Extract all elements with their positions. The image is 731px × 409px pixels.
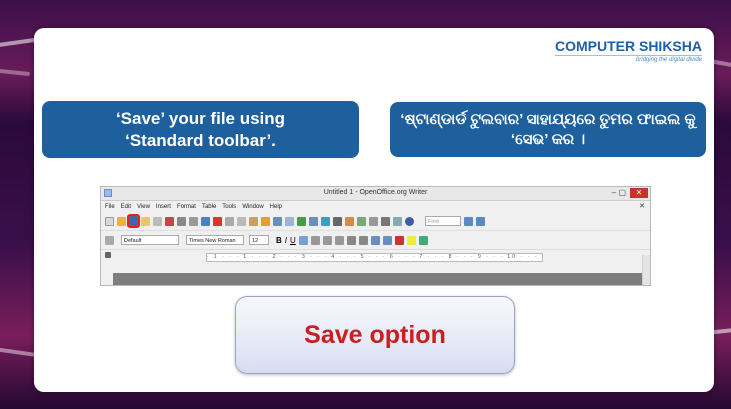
english-line-2: ‘Standard toolbar’. [125,130,276,150]
slide: COMPUTER SHIKSHA bridging the digital di… [34,28,714,392]
find-input[interactable]: Find [425,216,461,226]
bullets-icon[interactable] [358,235,368,245]
menu-bar: File Edit View Insert Format Table Tools… [101,201,650,212]
ruler-scale[interactable]: · 1 · · · 1 · · · 2 · · · 3 · · · 4 · · … [206,253,543,262]
hyperlink-icon[interactable] [297,216,306,226]
find-previous-icon[interactable] [464,216,473,226]
new-icon[interactable] [105,216,114,226]
paste-icon[interactable] [249,216,258,226]
open-icon[interactable] [117,216,126,226]
menu-tools[interactable]: Tools [222,204,236,210]
vertical-scrollbar[interactable] [642,255,650,285]
redo-icon[interactable] [285,216,294,226]
zoom-icon[interactable] [393,216,402,226]
ruler: · 1 · · · 1 · · · 2 · · · 3 · · · 4 · · … [101,250,650,262]
save-icon[interactable] [127,214,140,228]
close-document-icon[interactable]: ✕ [639,202,645,210]
menu-view[interactable]: View [137,204,150,210]
underline-icon[interactable]: U [290,236,296,245]
menu-insert[interactable]: Insert [156,204,171,210]
menu-format[interactable]: Format [177,204,196,210]
close-icon[interactable]: ✕ [630,188,648,198]
align-right-icon[interactable] [322,235,332,245]
gallery-icon[interactable] [357,216,366,226]
increase-indent-icon[interactable] [382,235,392,245]
copy-icon[interactable] [237,216,246,226]
clone-icon[interactable] [261,216,270,226]
nonprinting-chars-icon[interactable] [381,216,390,226]
font-name-select[interactable]: Times New Roman [186,235,244,245]
decrease-indent-icon[interactable] [370,235,380,245]
background-color-icon[interactable] [418,235,428,245]
standard-toolbar: Find [101,212,650,231]
navigator-icon[interactable] [345,216,354,226]
menu-file[interactable]: File [105,204,115,210]
print-preview-icon[interactable] [189,216,198,226]
find-next-icon[interactable] [476,216,485,226]
align-center-icon[interactable] [310,235,320,245]
autospell-icon[interactable] [213,216,222,226]
numbering-icon[interactable] [346,235,356,245]
help-icon[interactable] [405,216,414,226]
styles-icon[interactable] [105,235,114,245]
formatting-toolbar: Default Times New Roman 12 B I U [101,231,650,250]
logo-title: COMPUTER SHIKSHA [554,38,702,54]
undo-icon[interactable] [273,216,282,226]
font-color-icon[interactable] [394,235,404,245]
odia-instruction-box: ‘ଷ୍ଟାଣ୍ଡାର୍ଡ ଟୁଲବାର’ ସାହାଯ୍ୟରେ ତୁମର ଫାଇଲ… [390,102,706,157]
datasources-icon[interactable] [369,216,378,226]
writer-screenshot: Untitled 1 - OpenOffice.org Writer – ▢ ✕… [100,186,651,286]
paragraph-style-select[interactable]: Default [121,235,179,245]
minimize-maximize-icons[interactable]: – ▢ [612,188,626,197]
menu-table[interactable]: Table [202,204,216,210]
align-left-icon[interactable] [298,235,308,245]
spellcheck-icon[interactable] [201,216,210,226]
english-instruction-box: ‘Save’ your file using ‘Standard toolbar… [42,101,359,158]
highlight-icon[interactable] [406,235,416,245]
tab-stop-icon[interactable] [105,252,111,258]
italic-icon[interactable]: I [285,236,287,245]
pdf-icon[interactable] [165,216,174,226]
bold-icon[interactable]: B [276,236,282,245]
edit-file-icon[interactable] [153,216,162,226]
find-replace-icon[interactable] [333,216,342,226]
font-size-select[interactable]: 12 [249,235,269,245]
cut-icon[interactable] [225,216,234,226]
odia-line-2: ‘ସେଭ’ କର । [510,130,586,148]
odia-line-1: ‘ଷ୍ଟାଣ୍ଡାର୍ଡ ଟୁଲବାର’ ସାହାଯ୍ୟରେ ତୁମର ଫାଇଲ… [400,110,696,128]
english-line-1: ‘Save’ your file using [115,108,286,128]
window-title: Untitled 1 - OpenOffice.org Writer [323,189,428,196]
menu-edit[interactable]: Edit [121,204,131,210]
table-icon[interactable] [309,216,318,226]
menu-help[interactable]: Help [270,204,282,210]
justify-icon[interactable] [334,235,344,245]
email-icon[interactable] [141,216,150,226]
logo-tagline: bridging the digital divide [554,55,702,63]
print-icon[interactable] [177,216,186,226]
show-draw-icon[interactable] [321,216,330,226]
document-area[interactable] [113,273,642,285]
window-titlebar: Untitled 1 - OpenOffice.org Writer – ▢ ✕ [101,187,650,201]
save-option-button[interactable]: Save option [235,296,515,374]
menu-window[interactable]: Window [242,204,263,210]
computer-shiksha-logo: COMPUTER SHIKSHA bridging the digital di… [554,38,702,63]
